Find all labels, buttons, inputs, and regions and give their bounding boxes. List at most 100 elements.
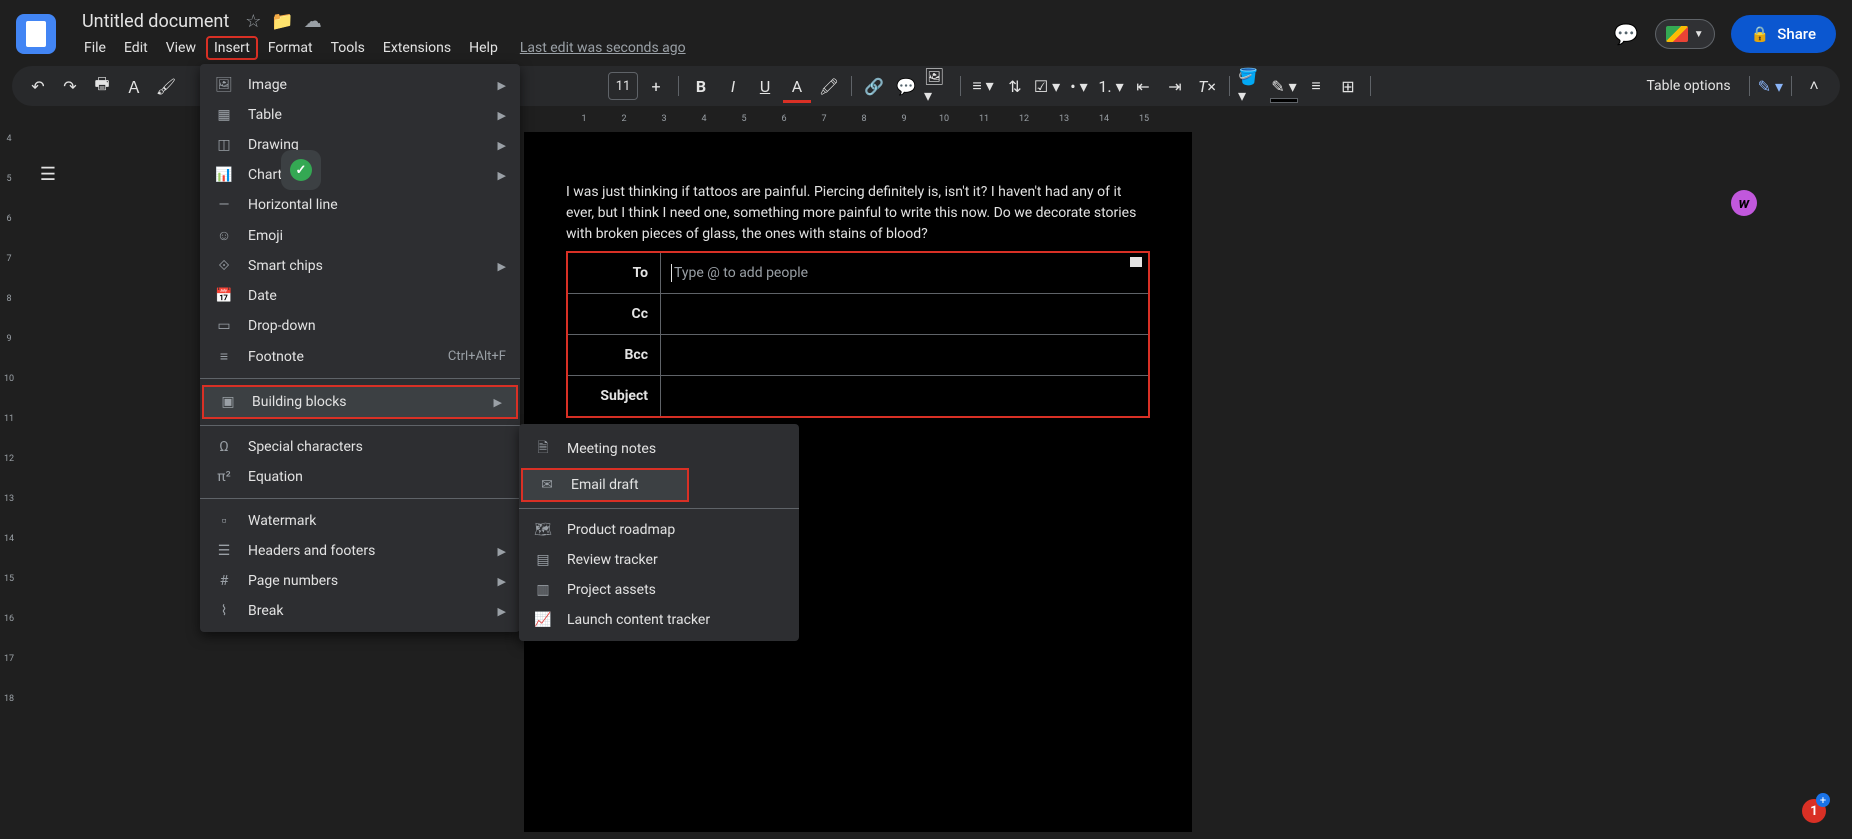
undo-button[interactable]: ↶: [24, 72, 52, 100]
clear-formatting-button[interactable]: T×: [1193, 72, 1221, 100]
horizontal-ruler: 1 2 3 4 5 6 7 8 9 10 11 12 13 14 15: [524, 110, 1852, 128]
cloud-icon[interactable]: ☁: [304, 11, 322, 32]
menu-tools[interactable]: Tools: [323, 36, 373, 60]
launch-icon: 📈: [533, 612, 553, 628]
h-ruler-mark: 13: [1044, 114, 1084, 124]
meet-button[interactable]: ▼: [1655, 19, 1715, 49]
menu-help[interactable]: Help: [461, 36, 506, 60]
menu-edit[interactable]: Edit: [116, 36, 156, 60]
insert-horizontal-line[interactable]: —Horizontal line: [200, 190, 520, 220]
insert-table[interactable]: ▦Table▶: [200, 100, 520, 130]
bold-button[interactable]: B: [687, 72, 715, 100]
last-edit-link[interactable]: Last edit was seconds ago: [520, 40, 686, 56]
doc-title[interactable]: Untitled document: [76, 9, 235, 34]
editing-mode-button[interactable]: ✎ ▾: [1758, 77, 1783, 96]
submenu-product-roadmap[interactable]: 🗺Product roadmap: [519, 515, 799, 545]
collaborator-avatar[interactable]: w: [1731, 190, 1757, 216]
menu-extensions[interactable]: Extensions: [375, 36, 459, 60]
h-ruler-mark: 9: [884, 114, 924, 124]
line-spacing-button[interactable]: ⇅: [1001, 72, 1029, 100]
insert-break[interactable]: ⌇Break▶: [200, 596, 520, 626]
fill-color-button[interactable]: 🪣 ▾: [1238, 72, 1266, 100]
v-ruler-mark: 12: [0, 454, 18, 494]
h-ruler-mark: 1: [564, 114, 604, 124]
menu-file[interactable]: File: [76, 36, 114, 60]
spellcheck-button[interactable]: Ａ: [120, 72, 148, 100]
v-ruler-mark: 4: [0, 134, 18, 174]
insert-date[interactable]: 📅Date: [200, 281, 520, 311]
font-size-input[interactable]: 11: [608, 72, 638, 100]
image-button[interactable]: 🖼 ▾: [924, 72, 952, 100]
menu-insert[interactable]: Insert: [206, 36, 258, 60]
email-draft-block[interactable]: To Type @ to add people Cc Bcc Subject: [566, 251, 1150, 418]
submenu-project-assets[interactable]: ▥Project assets: [519, 575, 799, 605]
submenu-launch-tracker[interactable]: 📈Launch content tracker: [519, 605, 799, 635]
indent-decrease-button[interactable]: ⇤: [1129, 72, 1157, 100]
insert-headers-footers[interactable]: ☰Headers and footers▶: [200, 536, 520, 566]
table-handle-icon[interactable]: [1130, 257, 1142, 267]
insert-building-blocks[interactable]: ▣Building blocks▶: [202, 385, 518, 419]
comment-button[interactable]: 💬: [892, 72, 920, 100]
insert-equation[interactable]: π²Equation: [200, 462, 520, 492]
font-size-increase-button[interactable]: +: [642, 72, 670, 100]
menu-view[interactable]: View: [158, 36, 204, 60]
submenu-email-draft[interactable]: ✉Email draft: [521, 468, 689, 502]
left-gutter: 4 5 6 7 8 9 10 11 12 13 14 15 16 17 18: [0, 106, 18, 839]
comments-icon[interactable]: 💬: [1614, 22, 1639, 46]
align-button[interactable]: ≡ ▾: [969, 72, 997, 100]
bulleted-list-button[interactable]: • ▾: [1065, 72, 1093, 100]
email-icon: ✉: [537, 477, 557, 493]
print-button[interactable]: 🖶: [88, 72, 116, 100]
insert-chart[interactable]: 📊Chart▶: [200, 160, 520, 190]
insert-drawing[interactable]: ◫Drawing▶: [200, 130, 520, 160]
border-style-button[interactable]: ⊞: [1334, 72, 1362, 100]
separator: [960, 76, 961, 96]
redo-button[interactable]: ↷: [56, 72, 84, 100]
link-button[interactable]: 🔗: [860, 72, 888, 100]
chevron-right-icon: ▶: [498, 605, 506, 618]
h-ruler-mark: 4: [684, 114, 724, 124]
outline-toggle-button[interactable]: ☰: [30, 156, 66, 192]
chevron-right-icon: ▶: [498, 79, 506, 92]
plus-badge-icon: +: [1816, 793, 1830, 807]
star-icon[interactable]: ☆: [245, 11, 261, 32]
h-ruler-mark: 7: [804, 114, 844, 124]
insert-page-numbers[interactable]: #Page numbers▶: [200, 566, 520, 596]
email-bcc-field[interactable]: [660, 335, 1148, 375]
paint-format-button[interactable]: 🖌: [152, 72, 180, 100]
share-button[interactable]: 🔒 Share: [1731, 15, 1836, 53]
separator: [200, 498, 520, 499]
border-width-button[interactable]: ≡: [1302, 72, 1330, 100]
h-ruler-mark: 10: [924, 114, 964, 124]
numbered-list-button[interactable]: 1. ▾: [1097, 72, 1125, 100]
body-paragraph[interactable]: I was just thinking if tattoos are painf…: [566, 182, 1150, 245]
border-color-button[interactable]: ✎ ▾: [1270, 72, 1298, 100]
underline-button[interactable]: U: [751, 72, 779, 100]
table-options-button[interactable]: Table options: [1636, 74, 1740, 98]
text-color-button[interactable]: A: [783, 72, 811, 100]
insert-emoji[interactable]: ☺Emoji: [200, 220, 520, 251]
equation-icon: π²: [214, 469, 234, 485]
email-subject-field[interactable]: [660, 376, 1148, 416]
italic-button[interactable]: I: [719, 72, 747, 100]
collapse-toolbar-button[interactable]: ˄: [1800, 72, 1828, 100]
insert-image[interactable]: 🖼Image▶: [200, 70, 520, 100]
meet-icon: [1666, 26, 1688, 42]
indent-increase-button[interactable]: ⇥: [1161, 72, 1189, 100]
chevron-right-icon: ▶: [498, 169, 506, 182]
insert-watermark[interactable]: ▫Watermark: [200, 505, 520, 536]
drawing-icon: ◫: [214, 137, 234, 153]
menu-format[interactable]: Format: [260, 36, 321, 60]
docs-logo-icon[interactable]: [16, 14, 56, 54]
email-cc-field[interactable]: [660, 294, 1148, 334]
insert-dropdown[interactable]: ▭Drop-down: [200, 311, 520, 341]
submenu-meeting-notes[interactable]: 🗎Meeting notes: [519, 430, 799, 468]
insert-special-characters[interactable]: ΩSpecial characters: [200, 432, 520, 462]
submenu-review-tracker[interactable]: ▤Review tracker: [519, 545, 799, 575]
checklist-button[interactable]: ☑ ▾: [1033, 72, 1061, 100]
move-icon[interactable]: 📁: [271, 11, 293, 32]
highlight-button[interactable]: 🖍: [815, 72, 843, 100]
insert-smart-chips[interactable]: ⟐Smart chips▶: [200, 251, 520, 281]
email-to-field[interactable]: Type @ to add people: [660, 253, 1148, 293]
insert-footnote[interactable]: ≡FootnoteCtrl+Alt+F: [200, 341, 520, 372]
